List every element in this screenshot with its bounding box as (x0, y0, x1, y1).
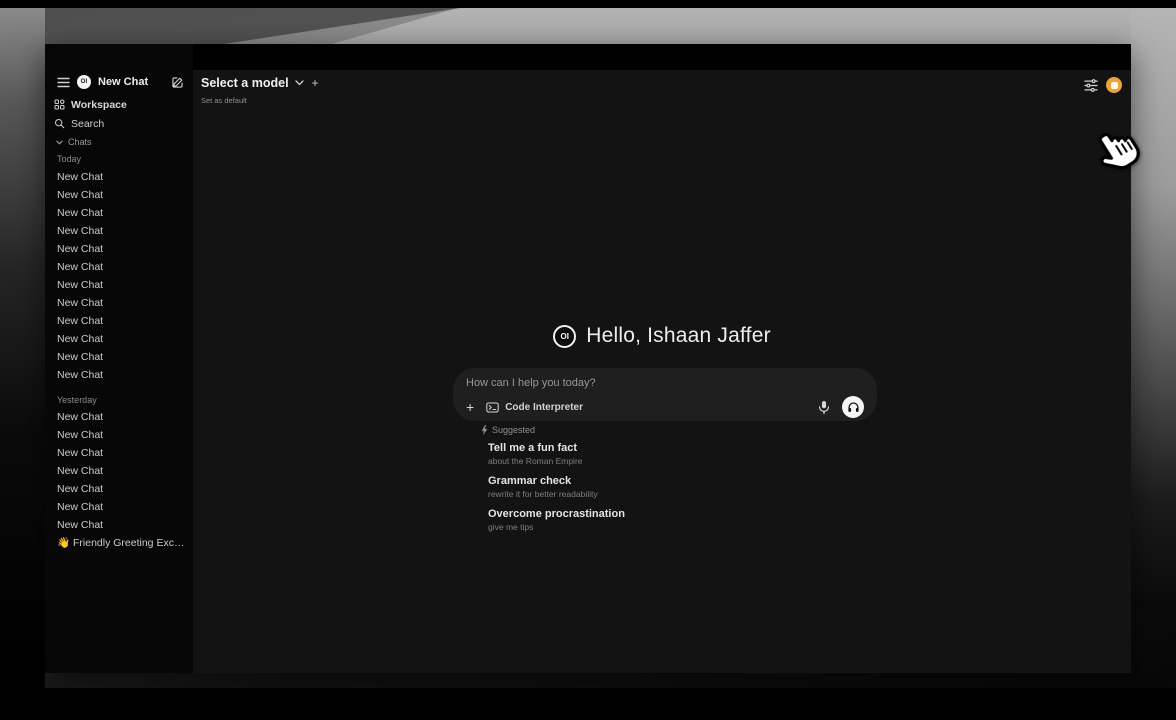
microphone-icon[interactable] (818, 400, 830, 415)
chat-list-item[interactable]: New Chat (57, 276, 189, 294)
chat-list-item[interactable]: New Chat (57, 222, 189, 240)
sidebar-header: OI New Chat (57, 74, 184, 90)
chat-list-item[interactable]: New Chat (57, 330, 189, 348)
chat-list-item[interactable]: New Chat (57, 168, 189, 186)
terminal-icon (486, 402, 499, 413)
suggested-prompt[interactable]: Grammar check rewrite it for better read… (481, 474, 881, 507)
chevron-down-icon (295, 80, 304, 86)
chat-list-item[interactable]: New Chat (57, 426, 189, 444)
chat-list-today: New ChatNew ChatNew ChatNew ChatNew Chat… (57, 168, 189, 384)
greeting: OI Hello, Ishaan Jaffer (193, 324, 1131, 348)
chat-list-item[interactable]: New Chat (57, 408, 189, 426)
message-composer[interactable]: + Code Interpreter (453, 368, 877, 421)
chat-list-item[interactable]: New Chat (57, 462, 189, 480)
message-input[interactable] (466, 377, 864, 389)
desktop: OI New Chat Workspace (0, 0, 1176, 720)
greeting-text: Hello, Ishaan Jaffer (586, 324, 771, 348)
set-as-default-button[interactable]: Set as default (201, 96, 247, 105)
suggested-prompt-title: Tell me a fun fact (488, 441, 881, 455)
search-icon (54, 118, 65, 129)
chat-list-item[interactable]: New Chat (57, 204, 189, 222)
chat-list-item[interactable]: New Chat (57, 444, 189, 462)
wallpaper-right (1131, 8, 1176, 608)
suggested-prompt-title: Overcome procrastination (488, 507, 881, 521)
chat-list-item[interactable]: New Chat (57, 258, 189, 276)
chat-group-label-today: Today (57, 153, 189, 165)
voice-call-button[interactable] (842, 396, 864, 418)
sidebar: OI New Chat Workspace (45, 44, 193, 673)
app-window: OI New Chat Workspace (45, 44, 1131, 673)
chats-section-label: Chats (68, 137, 92, 147)
chevron-down-icon (56, 140, 63, 145)
chat-list-item[interactable]: New Chat (57, 312, 189, 330)
chat-list-item[interactable]: New Chat (57, 294, 189, 312)
chat-list-item[interactable]: New Chat (57, 366, 189, 384)
search-label: Search (71, 118, 104, 130)
model-selector-label: Select a model (201, 76, 289, 90)
sidebar-title[interactable]: New Chat (98, 76, 164, 88)
chat-list-yesterday: New ChatNew ChatNew ChatNew ChatNew Chat… (57, 408, 189, 552)
chat-list-item[interactable]: New Chat (57, 516, 189, 534)
code-interpreter-label: Code Interpreter (505, 402, 583, 413)
sidebar-item-search[interactable]: Search (54, 116, 189, 131)
bolt-icon (481, 425, 488, 435)
suggested-prompts: Tell me a fun fact about the Roman Empir… (481, 441, 881, 540)
chat-list-item[interactable]: New Chat (57, 498, 189, 516)
chat-group-label-yesterday: Yesterday (57, 394, 189, 406)
chat-list-item[interactable]: New Chat (57, 348, 189, 366)
suggested-section: Suggested Tell me a fun fact about the R… (481, 424, 881, 540)
suggested-prompt-subtitle: about the Roman Empire (488, 456, 881, 467)
attach-plus-button[interactable]: + (466, 401, 474, 413)
main-area: Select a model + Set as default (193, 70, 1131, 673)
suggested-prompt-subtitle: rewrite it for better readability (488, 489, 881, 500)
top-right-controls (1084, 77, 1122, 93)
chat-list-item[interactable]: New Chat (57, 186, 189, 204)
letterbox-bottom (0, 688, 1176, 720)
suggested-label: Suggested (492, 425, 535, 435)
model-selector[interactable]: Select a model + (201, 76, 319, 90)
suggested-prompt-title: Grammar check (488, 474, 881, 488)
workspace-grid-icon (54, 99, 65, 110)
controls-sliders-icon[interactable] (1084, 79, 1098, 92)
greeting-logo: OI (553, 325, 576, 348)
chat-history: Today New ChatNew ChatNew ChatNew ChatNe… (57, 153, 189, 552)
wallpaper-left (0, 8, 45, 690)
workspace-label: Workspace (71, 99, 127, 111)
chats-section-toggle[interactable]: Chats (56, 137, 92, 147)
suggested-header: Suggested (481, 424, 881, 436)
chat-list-item[interactable]: 👋 Friendly Greeting Exchange (57, 534, 189, 552)
composer-toolbar: + Code Interpreter (466, 396, 864, 418)
letterbox-top (0, 0, 1176, 8)
suggested-prompt[interactable]: Overcome procrastination give me tips (481, 507, 881, 540)
app-logo: OI (77, 75, 91, 89)
sidebar-item-workspace[interactable]: Workspace (54, 97, 189, 112)
hamburger-menu-icon[interactable] (57, 77, 70, 88)
headphones-icon (847, 401, 860, 413)
suggested-prompt-subtitle: give me tips (488, 522, 881, 533)
code-interpreter-toggle[interactable]: Code Interpreter (486, 402, 583, 413)
add-model-button[interactable]: + (312, 76, 319, 90)
suggested-prompt[interactable]: Tell me a fun fact about the Roman Empir… (481, 441, 881, 474)
user-avatar[interactable] (1106, 77, 1122, 93)
new-chat-edit-icon[interactable] (171, 76, 184, 89)
chat-list-item[interactable]: New Chat (57, 240, 189, 258)
chat-list-item[interactable]: New Chat (57, 480, 189, 498)
avatar-glyph (1111, 82, 1118, 89)
